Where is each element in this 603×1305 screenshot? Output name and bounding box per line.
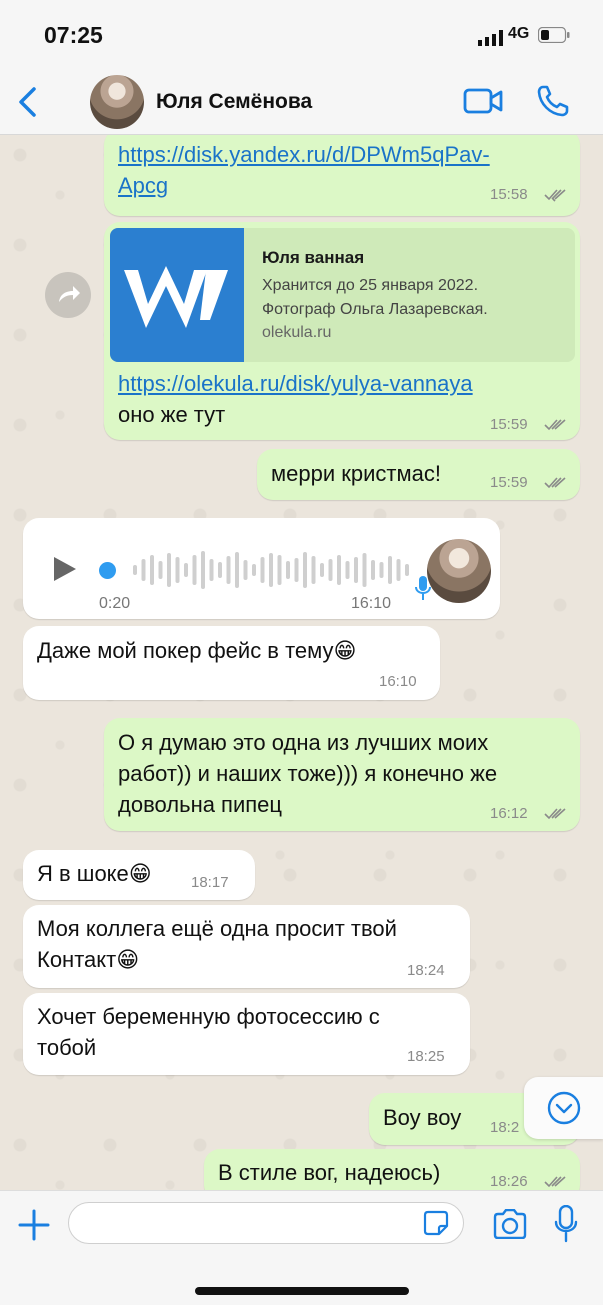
message-bubble-outgoing[interactable]: https://disk.yandex.ru/d/DPWm5qPav- Apcg… xyxy=(104,135,580,216)
message-time: 15:58 xyxy=(490,186,528,203)
scroll-to-bottom-button[interactable] xyxy=(524,1077,603,1139)
signal-icon xyxy=(478,30,503,46)
network-type: 4G xyxy=(508,25,530,42)
sticker-icon[interactable] xyxy=(422,1209,450,1237)
message-bubble-outgoing[interactable]: мерри кристмас! 15:59 xyxy=(257,449,580,500)
message-text: мерри кристмас! xyxy=(271,461,441,486)
preview-title: Юля ванная xyxy=(262,248,365,267)
message-input[interactable] xyxy=(68,1202,464,1244)
voice-duration: 0:20 xyxy=(99,595,131,612)
read-ticks-icon xyxy=(544,477,566,489)
message-time: 16:10 xyxy=(379,673,417,690)
chat-header: Юля Семёнова xyxy=(0,70,603,135)
message-text-line: Хочет беременную фотосессию с xyxy=(37,1004,380,1029)
status-time: 07:25 xyxy=(44,22,103,48)
message-link-cont[interactable]: Apcg xyxy=(118,170,490,201)
link-preview-card[interactable]: Юля ванная Хранится до 25 января 2022. Ф… xyxy=(110,228,575,362)
contact-name[interactable]: Юля Семёнова xyxy=(156,90,312,114)
message-text: В стиле вог, надеюсь) xyxy=(218,1160,441,1185)
message-time: 18:17 xyxy=(191,874,229,891)
message-bubble-incoming[interactable]: Я в шоке😁 18:17 xyxy=(23,850,255,900)
read-ticks-icon xyxy=(544,1176,566,1188)
read-ticks-icon xyxy=(544,189,566,202)
forward-button[interactable] xyxy=(45,272,91,318)
phone-call-icon[interactable] xyxy=(536,84,570,118)
video-call-icon[interactable] xyxy=(463,87,503,115)
message-time: 15:59 xyxy=(490,474,528,491)
message-time: 18:26 xyxy=(490,1173,528,1190)
play-icon[interactable] xyxy=(49,554,79,584)
read-ticks-icon xyxy=(544,419,566,431)
preview-description-line: Хранится до 25 января 2022. xyxy=(262,277,479,294)
message-text: Даже мой покер фейс в тему😁 xyxy=(37,638,357,663)
forward-arrow-icon xyxy=(59,286,80,302)
contact-avatar[interactable] xyxy=(90,75,144,129)
message-text-line: довольна пипец xyxy=(118,792,283,817)
message-text: Я в шоке😁 xyxy=(37,861,152,886)
message-link[interactable]: https://olekula.ru/disk/yulya-vannaya xyxy=(118,368,473,399)
composer-bar xyxy=(0,1190,603,1305)
preview-description-line: Фотограф Ольга Лазаревская. xyxy=(262,301,488,318)
battery-icon xyxy=(538,27,570,43)
mic-icon xyxy=(415,576,431,600)
preview-domain: olekula.ru xyxy=(262,324,332,341)
message-time: 18:25 xyxy=(407,1048,445,1065)
microphone-icon[interactable] xyxy=(554,1205,578,1243)
sender-avatar xyxy=(427,539,491,603)
plus-icon[interactable] xyxy=(18,1209,50,1241)
message-text-line: Контакт😁 xyxy=(37,947,140,972)
message-text: оно же тут xyxy=(118,402,226,427)
message-text-line: О я думаю это одна из лучших моих xyxy=(118,730,489,755)
message-bubble-incoming[interactable]: Даже мой покер фейс в тему😁 16:10 xyxy=(23,626,440,700)
read-ticks-icon xyxy=(544,808,566,820)
message-time: 16:10 xyxy=(351,595,392,612)
message-bubble-outgoing[interactable]: Юля ванная Хранится до 25 января 2022. Ф… xyxy=(104,222,580,440)
preview-description: Хранится до 25 января 2022. Фотограф Оль… xyxy=(262,274,562,322)
message-time: 18:24 xyxy=(407,962,445,979)
message-list[interactable]: https://disk.yandex.ru/d/DPWm5qPav- Apcg… xyxy=(0,135,603,1190)
message-bubble-outgoing[interactable]: В стиле вог, надеюсь) 18:26 xyxy=(204,1149,580,1190)
message-text: Воу воу xyxy=(383,1105,462,1130)
message-time: 16:12 xyxy=(490,805,528,822)
message-link[interactable]: https://disk.yandex.ru/d/DPWm5qPav- xyxy=(118,139,490,170)
weebly-logo-icon xyxy=(110,228,244,362)
message-bubble-outgoing[interactable]: О я думаю это одна из лучших моих работ)… xyxy=(104,718,580,831)
back-chevron-icon[interactable] xyxy=(14,86,42,118)
waveform-icon[interactable] xyxy=(111,548,411,592)
status-bar: 07:25 4G xyxy=(0,0,603,70)
message-text-line: тобой xyxy=(37,1035,97,1060)
message-text-line: Моя коллега ещё одна просит твой xyxy=(37,916,397,941)
chevron-down-circle-icon xyxy=(547,1091,581,1125)
message-bubble-incoming[interactable]: Хочет беременную фотосессию с тобой 18:2… xyxy=(23,993,470,1075)
message-text-line: работ)) и наших тоже))) я конечно же xyxy=(118,761,498,786)
camera-icon[interactable] xyxy=(492,1209,528,1239)
message-time: 18:2 xyxy=(490,1119,520,1136)
home-indicator xyxy=(195,1287,409,1295)
voice-message-bubble[interactable]: 0:20 16:10 xyxy=(23,518,500,619)
message-time: 15:59 xyxy=(490,416,528,433)
message-bubble-incoming[interactable]: Моя коллега ещё одна просит твой Контакт… xyxy=(23,905,470,988)
